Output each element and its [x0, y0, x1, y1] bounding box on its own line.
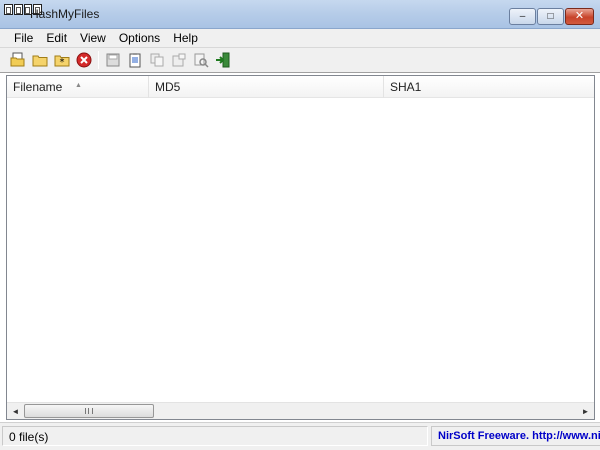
add-by-wildcard-icon: *	[54, 55, 70, 68]
find-button[interactable]	[191, 50, 211, 70]
delete-button[interactable]	[74, 50, 94, 70]
open-folder-icon	[32, 55, 48, 67]
window-title: HashMyFiles	[30, 7, 100, 21]
properties-button[interactable]	[169, 50, 189, 70]
open-file-icon	[10, 52, 25, 67]
file-count: 0 file(s)	[2, 426, 428, 446]
sort-ascending-icon: ▲	[75, 82, 82, 89]
menu-help[interactable]: Help	[166, 31, 204, 45]
copy-hash-button[interactable]	[147, 50, 167, 70]
status-bar: 0 file(s) NirSoft Freeware. http://www.n…	[0, 422, 600, 450]
menu-edit[interactable]: Edit	[39, 31, 73, 45]
grip-icon	[85, 408, 93, 414]
add-by-wildcard-button[interactable]: *	[52, 50, 72, 70]
column-divider[interactable]	[148, 76, 149, 98]
save-button[interactable]	[103, 50, 123, 70]
exit-button[interactable]	[213, 50, 233, 70]
menu-bar: File Edit View Options Help	[0, 29, 600, 47]
exit-icon	[216, 52, 230, 68]
horizontal-scrollbar[interactable]: ◄ ►	[7, 402, 594, 419]
menu-file[interactable]: File	[7, 31, 39, 45]
column-header-sha1[interactable]: SHA1	[390, 80, 421, 94]
column-divider[interactable]	[383, 76, 384, 98]
menu-view[interactable]: View	[73, 31, 112, 45]
scroll-left-button[interactable]: ◄	[7, 403, 24, 419]
toolbar-separator	[98, 51, 99, 69]
copy-to-clipboard-button[interactable]	[125, 50, 145, 70]
scroll-right-button[interactable]: ►	[577, 403, 594, 419]
column-header-md5[interactable]: MD5	[155, 80, 180, 94]
window-controls: – □ ✕	[509, 8, 594, 25]
menu-options[interactable]: Options	[112, 31, 166, 45]
delete-icon	[76, 52, 92, 68]
save-icon	[106, 53, 120, 67]
minimize-button[interactable]: –	[509, 8, 536, 25]
open-folder-button[interactable]	[30, 50, 50, 70]
file-list[interactable]: Filename ▲ MD5 SHA1 ◄ ►	[6, 75, 595, 420]
open-file-button[interactable]	[8, 50, 28, 70]
toolbar: *	[0, 47, 600, 73]
scroll-thumb[interactable]	[24, 404, 154, 418]
list-header: Filename ▲ MD5 SHA1	[7, 76, 594, 98]
copy-to-clipboard-icon	[129, 53, 141, 68]
maximize-button[interactable]: □	[537, 8, 564, 25]
title-bar[interactable]: HashMyFiles – □ ✕	[0, 0, 600, 29]
svg-text:*: *	[60, 57, 65, 68]
nirsoft-link[interactable]: NirSoft Freeware. http://www.nirsoft.net	[431, 426, 600, 446]
copy-hash-icon	[150, 53, 164, 67]
properties-icon	[172, 53, 186, 67]
find-icon	[194, 53, 209, 68]
column-header-filename[interactable]: Filename	[13, 80, 62, 94]
close-button[interactable]: ✕	[565, 8, 594, 25]
